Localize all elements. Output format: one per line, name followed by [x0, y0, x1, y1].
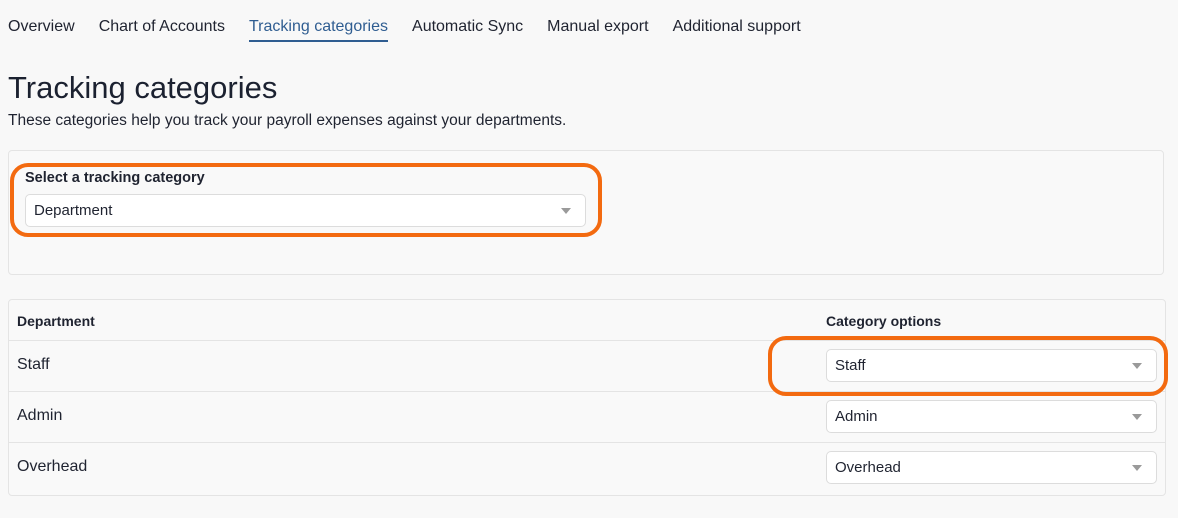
tab-manual-export[interactable]: Manual export [547, 18, 648, 42]
tab-tracking-categories[interactable]: Tracking categories [248, 18, 389, 42]
chevron-down-icon [1132, 464, 1142, 471]
chevron-down-icon [1132, 413, 1142, 420]
page-title: Tracking categories [8, 70, 278, 105]
tracking-category-card: Select a tracking category Department [8, 150, 1164, 275]
category-option-select[interactable]: Admin [826, 400, 1157, 433]
page-subtitle: These categories help you track your pay… [8, 112, 567, 129]
tracking-category-select[interactable]: Department [25, 194, 586, 227]
tracking-category-value: Department [34, 202, 113, 219]
tab-bar: Overview Chart of Accounts Tracking cate… [8, 18, 825, 42]
department-name: Admin [17, 407, 63, 424]
table-row: Admin Admin [9, 391, 1165, 442]
column-header-category-options: Category options [826, 313, 942, 329]
category-mapping-table: Department Category options Staff Staff … [8, 299, 1166, 496]
table-row: Overhead Overhead [9, 442, 1165, 493]
column-header-department: Department [17, 313, 95, 329]
tracking-category-label: Select a tracking category [25, 170, 205, 186]
tab-additional-support[interactable]: Additional support [673, 18, 801, 42]
category-option-select[interactable]: Staff [826, 349, 1157, 382]
tab-overview[interactable]: Overview [8, 18, 75, 42]
category-option-value: Admin [835, 408, 878, 425]
tab-chart-of-accounts[interactable]: Chart of Accounts [99, 18, 225, 42]
department-name: Staff [17, 356, 50, 373]
chevron-down-icon [561, 207, 571, 214]
department-name: Overhead [17, 458, 88, 475]
category-option-select[interactable]: Overhead [826, 451, 1157, 484]
category-option-value: Overhead [835, 459, 901, 476]
chevron-down-icon [1132, 362, 1142, 369]
table-row: Staff Staff [9, 340, 1165, 391]
tab-automatic-sync[interactable]: Automatic Sync [412, 18, 523, 42]
category-option-value: Staff [835, 357, 866, 374]
